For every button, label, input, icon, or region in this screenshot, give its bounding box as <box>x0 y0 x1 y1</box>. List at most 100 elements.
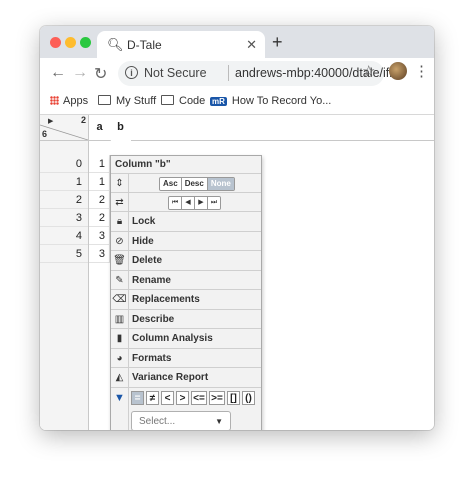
maximize-window-button[interactable] <box>80 37 91 48</box>
pencil-icon: ✎ <box>111 271 129 289</box>
menu-item-variance-report[interactable]: ◭ Variance Report <box>111 368 261 388</box>
filter-op-equals[interactable]: = <box>131 391 144 405</box>
filter-op-less-equal[interactable]: <= <box>191 391 207 405</box>
close-window-button[interactable] <box>50 37 61 48</box>
menu-item-label: Replacements <box>132 294 200 305</box>
trash-icon: 🗑︎ <box>111 251 129 270</box>
search-icon: 🔍︎ <box>107 37 124 52</box>
browser-menu-icon[interactable]: ⋮ <box>414 62 429 80</box>
table-cell[interactable]: 1 <box>89 155 110 173</box>
menu-item-label: Delete <box>132 255 163 266</box>
bookmark-how-to-record[interactable]: mR How To Record Yo... <box>210 95 331 107</box>
menu-item-describe[interactable]: ▥ Describe <box>111 310 261 329</box>
filter-op-range-inclusive[interactable]: [] <box>227 391 240 405</box>
table-cell[interactable]: 1 <box>89 173 110 191</box>
menu-item-column-analysis[interactable]: ▮ Column Analysis <box>111 329 261 349</box>
sort-icon: ⇕ <box>111 174 129 192</box>
move-to-back-button[interactable]: ⏭ <box>208 197 220 209</box>
row-index: 3 <box>40 209 88 227</box>
bookmark-apps[interactable]: Apps <box>50 95 88 107</box>
omnibox-divider <box>228 65 229 81</box>
filter-operator-group: = ≠ < > <= >= [] () <box>131 391 257 405</box>
filter-op-not-equals[interactable]: ≠ <box>146 391 159 405</box>
table-cell[interactable]: 2 <box>89 209 110 227</box>
tab-strip: 🔍︎ D-Tale ✕ + <box>40 26 434 58</box>
row-index: 4 <box>40 227 88 245</box>
bookmark-my-stuff[interactable]: My Stuff <box>98 95 156 107</box>
security-label: Not Secure <box>144 66 207 80</box>
table-cell[interactable]: 2 <box>89 191 110 209</box>
chevron-down-icon: ▼ <box>215 417 223 426</box>
browser-window: 🔍︎ D-Tale ✕ + ← → ↻ i Not Secure andrews… <box>40 26 434 430</box>
menu-item-delete[interactable]: 🗑︎ Delete <box>111 251 261 271</box>
sort-desc-button[interactable]: Desc <box>181 178 208 190</box>
menu-item-lock[interactable]: 🔒︎ Lock <box>111 212 261 232</box>
select-placeholder: Select... <box>139 416 176 427</box>
menu-item-label: Variance Report <box>132 372 209 383</box>
menu-item-label: Lock <box>132 216 156 227</box>
apps-grid-icon <box>50 96 59 105</box>
menu-item-label: Hide <box>132 236 154 247</box>
profile-avatar[interactable] <box>389 62 407 80</box>
backspace-icon: ⌫ <box>111 290 129 309</box>
column-menu-title: Column "b" <box>111 156 261 174</box>
dtale-grid: ▶ 2 6 a b 0 1 2 3 4 5 1 1 2 2 3 3 Column… <box>40 115 434 430</box>
columns-icon: ▥ <box>111 310 129 328</box>
move-row: ⇄ ⏮ ◀ ▶ ⏭ <box>111 193 261 212</box>
palette-icon: ◕ <box>111 349 129 367</box>
move-to-front-button[interactable]: ⏮ <box>169 197 182 209</box>
sort-none-button[interactable]: None <box>207 178 234 190</box>
menu-item-label: Column Analysis <box>132 333 213 344</box>
filter-op-greater[interactable]: > <box>176 391 189 405</box>
address-bar[interactable]: i Not Secure andrews-mbp:40000/dtale/ifr… <box>118 61 403 86</box>
back-button[interactable]: ← <box>50 64 66 82</box>
row-count: 6 <box>42 129 48 139</box>
bookmarks-bar: Apps My Stuff Code mR How To Record Yo... <box>40 90 434 115</box>
menu-item-replacements[interactable]: ⌫ Replacements <box>111 290 261 310</box>
menu-item-label: Formats <box>132 353 172 364</box>
column-count: 2 <box>81 115 87 125</box>
bookmark-apps-label: Apps <box>63 95 89 107</box>
bookmark-label: My Stuff <box>116 95 157 107</box>
forward-button[interactable]: → <box>72 64 88 82</box>
close-tab-icon[interactable]: ✕ <box>246 37 257 53</box>
menu-toggle-icon[interactable]: ▶ <box>48 117 53 125</box>
menu-item-label: Rename <box>132 275 171 286</box>
column-menu: Column "b" ⇕ Asc Desc None ⇄ ⏮ ◀ ▶ ⏭ 🔒︎ … <box>110 155 262 430</box>
column-header-a[interactable]: a <box>89 115 111 141</box>
filter-op-less[interactable]: < <box>161 391 174 405</box>
bookmark-label: How To Record Yo... <box>231 95 332 107</box>
reload-button[interactable]: ↻ <box>94 64 107 84</box>
move-left-button[interactable]: ◀ <box>182 197 195 209</box>
info-icon[interactable]: i <box>125 66 138 79</box>
folder-icon <box>98 95 111 105</box>
folder-icon <box>161 95 174 105</box>
url-text[interactable]: andrews-mbp:40000/dtale/ifr... <box>235 66 403 80</box>
move-icon: ⇄ <box>111 193 129 211</box>
column-header-b[interactable]: b <box>110 115 132 140</box>
eye-slash-icon: ⊘ <box>111 232 129 250</box>
sort-button-group: Asc Desc None <box>159 177 235 191</box>
filter-op-range-exclusive[interactable]: () <box>242 391 255 405</box>
grid-corner[interactable]: ▶ 2 6 <box>40 115 88 141</box>
filter-row: ▼ = ≠ < > <= >= [] () Select... ▼ <box>111 388 261 430</box>
minimize-window-button[interactable] <box>65 37 76 48</box>
bookmark-label: Code <box>179 95 206 107</box>
bookmark-code[interactable]: Code <box>161 95 205 107</box>
move-right-button[interactable]: ▶ <box>195 197 208 209</box>
sort-asc-button[interactable]: Asc <box>160 178 182 190</box>
table-cell[interactable]: 3 <box>89 227 110 245</box>
menu-item-hide[interactable]: ⊘ Hide <box>111 232 261 251</box>
row-index: 1 <box>40 173 88 191</box>
filter-op-greater-equal[interactable]: >= <box>209 391 225 405</box>
sort-row: ⇕ Asc Desc None <box>111 174 261 193</box>
row-index: 5 <box>40 245 88 263</box>
menu-item-formats[interactable]: ◕ Formats <box>111 349 261 368</box>
bar-chart-icon: ▮ <box>111 329 129 348</box>
tab-dtale[interactable]: 🔍︎ D-Tale ✕ <box>97 31 265 58</box>
bookmark-star-icon[interactable]: ☆ <box>362 62 375 80</box>
new-tab-button[interactable]: + <box>272 32 283 53</box>
menu-item-rename[interactable]: ✎ Rename <box>111 271 261 290</box>
table-cell[interactable]: 3 <box>89 245 110 263</box>
filter-value-select[interactable]: Select... ▼ <box>131 411 231 430</box>
